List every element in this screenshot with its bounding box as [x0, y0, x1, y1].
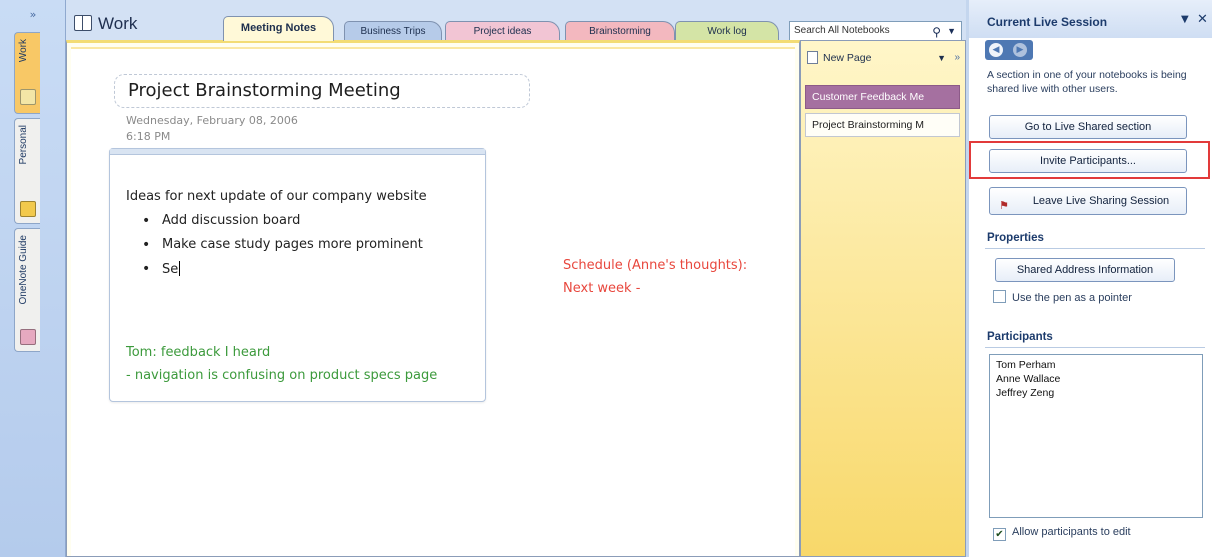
- page-tabs-column: New Page ▼ » Customer Feedback Me Projec…: [800, 40, 966, 557]
- participant-item[interactable]: Jeffrey Zeng: [996, 386, 1196, 400]
- anne-schedule-note[interactable]: Next week -: [563, 281, 640, 296]
- notebook-tab-personal[interactable]: Personal: [14, 118, 40, 224]
- go-to-live-shared-section-button[interactable]: Go to Live Shared section: [989, 115, 1187, 139]
- new-page-label: New Page: [823, 52, 872, 64]
- task-pane-header: Current Live Session ▼ ✕: [969, 0, 1212, 38]
- pen-pointer-checkbox[interactable]: Use the pen as a pointer: [993, 290, 1132, 304]
- page-date: Wednesday, February 08, 2006: [126, 114, 298, 127]
- participant-item[interactable]: Tom Perham: [996, 358, 1196, 372]
- notebook-tab-work[interactable]: Work: [14, 32, 40, 114]
- allow-edit-checkbox[interactable]: ✔ Allow participants to edit: [993, 526, 1131, 541]
- notebook-tab-onenote-guide[interactable]: OneNote Guide: [14, 228, 40, 352]
- notebook-label: Work: [18, 39, 29, 63]
- participants-list[interactable]: Tom Perham Anne Wallace Jeffrey Zeng: [989, 354, 1203, 518]
- notebook-title-text: Work: [98, 14, 138, 33]
- tab-meeting-notes[interactable]: Meeting Notes: [223, 16, 334, 41]
- notebook-label: OneNote Guide: [18, 235, 29, 305]
- page-time: 6:18 PM: [126, 130, 171, 143]
- tab-brainstorming[interactable]: Brainstorming: [565, 21, 675, 41]
- live-session-task-pane: Current Live Session ▼ ✕ ◀ ▶ A section i…: [966, 0, 1212, 557]
- outline-heading[interactable]: Ideas for next update of our company web…: [126, 189, 427, 204]
- divider: [985, 248, 1205, 249]
- leave-live-sharing-button[interactable]: ⚑ Leave Live Sharing Session: [989, 187, 1187, 215]
- chevron-down-icon[interactable]: ▼: [947, 22, 956, 40]
- page-tab-customer-feedback[interactable]: Customer Feedback Me: [805, 85, 960, 109]
- notebook-icon: [20, 89, 36, 105]
- chevron-down-icon[interactable]: ▼: [1181, 14, 1189, 25]
- properties-heading: Properties: [987, 232, 1044, 244]
- chevron-down-icon[interactable]: ▼: [937, 49, 946, 67]
- anne-schedule-heading[interactable]: Schedule (Anne's thoughts):: [563, 258, 747, 273]
- text-cursor: [179, 261, 181, 276]
- search-icon[interactable]: ⚲: [932, 23, 941, 41]
- participant-item[interactable]: Anne Wallace: [996, 372, 1196, 386]
- checkbox-label: Use the pen as a pointer: [1012, 292, 1132, 304]
- notebook-title: Work: [74, 14, 137, 34]
- live-session-description: A section in one of your notebooks is be…: [987, 69, 1187, 95]
- note-outline-container[interactable]: Ideas for next update of our company web…: [109, 148, 486, 402]
- back-icon[interactable]: ◀: [989, 43, 1003, 57]
- list-item[interactable]: Se: [142, 261, 181, 277]
- tab-work-log[interactable]: Work log: [675, 21, 779, 41]
- notebook-icon: [20, 329, 36, 345]
- onenote-window: » Work Personal OneNote Guide Work Meeti…: [0, 0, 1212, 557]
- tab-project-ideas[interactable]: Project ideas: [445, 21, 560, 41]
- list-item[interactable]: Make case study pages more prominent: [142, 237, 423, 253]
- tab-business-trips[interactable]: Business Trips: [344, 21, 442, 41]
- participants-heading: Participants: [987, 331, 1053, 343]
- notebook-icon: [74, 15, 92, 31]
- forward-icon[interactable]: ▶: [1013, 43, 1027, 57]
- task-pane-title: Current Live Session: [987, 15, 1108, 29]
- notebook-navigation-rail: » Work Personal OneNote Guide: [0, 0, 66, 557]
- divider: [985, 347, 1205, 348]
- tom-feedback-note[interactable]: - navigation is confusing on product spe…: [126, 368, 437, 383]
- search-input[interactable]: Search All Notebooks ⚲ ▼: [789, 21, 962, 41]
- leave-button-label: Leave Live Sharing Session: [1032, 195, 1170, 207]
- close-icon[interactable]: ✕: [1197, 12, 1208, 27]
- shared-address-information-button[interactable]: Shared Address Information: [995, 258, 1175, 282]
- list-item[interactable]: Add discussion board: [142, 213, 300, 229]
- checkbox-label: Allow participants to edit: [1012, 526, 1131, 538]
- page-tab-project-brainstorming[interactable]: Project Brainstorming M: [805, 113, 960, 137]
- tom-feedback-heading[interactable]: Tom: feedback I heard: [126, 345, 270, 360]
- notebook-label: Personal: [18, 125, 29, 165]
- leave-session-icon: ⚑: [999, 200, 1009, 212]
- pane-navigation: ◀ ▶: [985, 40, 1033, 60]
- new-page-icon: [807, 51, 818, 64]
- notebook-icon: [20, 201, 36, 217]
- checkbox-box[interactable]: [993, 290, 1006, 303]
- outline-drag-handle[interactable]: [110, 149, 485, 155]
- new-page-button[interactable]: New Page ▼ »: [805, 49, 960, 67]
- expand-page-list-button[interactable]: »: [954, 49, 960, 67]
- invite-participants-button[interactable]: Invite Participants...: [989, 149, 1187, 173]
- checkmark-icon[interactable]: ✔: [993, 528, 1006, 541]
- expand-rail-button[interactable]: »: [6, 4, 60, 26]
- list-item-text: Se: [162, 262, 179, 277]
- search-placeholder: Search All Notebooks: [794, 25, 890, 36]
- page-title[interactable]: Project Brainstorming Meeting: [114, 74, 530, 108]
